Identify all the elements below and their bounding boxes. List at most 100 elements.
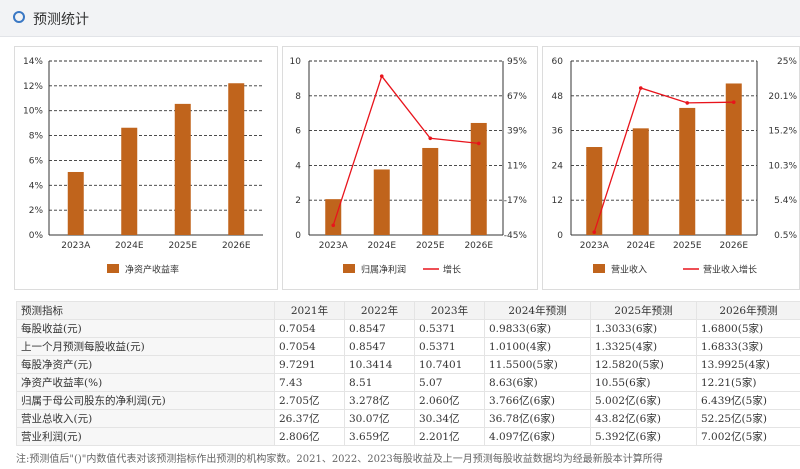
y-tick-label: 36 [552, 127, 564, 137]
legend-swatch [107, 264, 119, 273]
table-cell: 8.51 [344, 373, 415, 392]
y2-tick-label: 20.1% [768, 92, 797, 102]
y2-tick-label: -45% [504, 231, 528, 241]
growth-point [592, 230, 597, 234]
y-tick-label: 12% [23, 82, 43, 92]
table-cell: 10.55(6家) [590, 373, 697, 392]
legend-label: 归属净利润 [361, 264, 406, 276]
x-tick-label: 2024E [626, 241, 655, 251]
growth-point [428, 136, 433, 141]
table-cell: 1.3033(6家) [590, 319, 697, 338]
x-tick-label: 2025E [416, 241, 445, 251]
bar [586, 147, 603, 235]
y-tick-label: 6% [29, 156, 44, 166]
y-tick-label: 0 [557, 231, 563, 241]
table-cell: 13.9925(4家) [696, 355, 800, 374]
table-cell: 5.002亿(6家) [590, 391, 697, 410]
table-cell: 3.766亿(6家) [484, 391, 591, 410]
y2-tick-label: 5.4% [774, 196, 797, 206]
table-cell: 1.0100(4家) [484, 337, 591, 356]
bar [325, 199, 342, 235]
table-cell: 0.5371 [414, 319, 485, 338]
y-tick-label: 8% [29, 132, 44, 142]
y2-tick-label: 95% [507, 57, 527, 67]
table-cell: 0.9833(6家) [484, 319, 591, 338]
table-cell: 30.07亿 [344, 409, 415, 428]
x-tick-label: 2023A [319, 241, 349, 251]
bar [121, 127, 138, 235]
row-label: 净资产收益率(%) [16, 373, 275, 392]
circle-icon [13, 11, 25, 23]
y2-tick-label: 11% [507, 161, 527, 171]
table-row: 上一个月预测每股收益(元) 0.7054 0.8547 0.5371 1.010… [16, 337, 800, 356]
y-tick-label: 48 [552, 92, 564, 102]
revenue-chart: 0 12 24 36 48 60 0.5% 5.4% 10.3% 15.2% 20.1% 25% 202… [552, 57, 798, 276]
table-cell: 8.63(6家) [484, 373, 591, 392]
x-tick-label: 2024E [115, 241, 144, 251]
row-label: 归属于母公司股东的净利润(元) [16, 391, 275, 410]
net-profit-chart-panel: 0 2 4 6 8 10 -45% -17% 11% 39% 67% 95% 2023A 2024E 202… [282, 46, 538, 290]
forecast-table: 预测指标 2021年 2022年 2023年 2024年预测 2025年预测 2… [16, 301, 800, 446]
table-header-row: 预测指标 2021年 2022年 2023年 2024年预测 2025年预测 2… [16, 301, 800, 320]
table-cell: 5.392亿(6家) [590, 427, 697, 446]
growth-line [593, 87, 734, 233]
table-cell: 12.5820(5家) [590, 355, 697, 374]
revenue-chart-panel: 0 12 24 36 48 60 0.5% 5.4% 10.3% 15.2% 20.1% 25% 202… [542, 46, 800, 290]
y-tick-label: 0 [295, 231, 301, 241]
bar [373, 169, 390, 235]
row-label: 营业利润(元) [16, 427, 275, 446]
legend-label: 营业收入增长 [703, 264, 757, 276]
roe-chart-panel: 0% 2% 4% 6% 8% 10% 12% 14% 2023A 2024E 2025E 2026E 净… [14, 46, 278, 290]
footnote: 注:预测值后"()"内数值代表对该预测指标作出预测的机构家数。2021、2022… [16, 454, 663, 465]
table-cell: 5.07 [414, 373, 485, 392]
table-cell: 52.25亿(5家) [696, 409, 800, 428]
header-2024-forecast: 2024年预测 [484, 301, 591, 320]
table-cell: 4.097亿(6家) [484, 427, 591, 446]
y2-tick-label: -17% [504, 196, 528, 206]
table-cell: 2.201亿 [414, 427, 485, 446]
table-cell: 2.806亿 [274, 427, 345, 446]
y2-tick-label: 67% [507, 92, 527, 102]
y-tick-label: 2% [29, 206, 44, 216]
section-header: 预测统计 [0, 0, 800, 37]
table-cell: 1.3325(4家) [590, 337, 697, 356]
growth-point [731, 100, 736, 104]
table-cell: 11.5500(5家) [484, 355, 591, 374]
y2-tick-label: 25% [777, 57, 797, 67]
table-cell: 2.060亿 [414, 391, 485, 410]
table-cell: 3.278亿 [344, 391, 415, 410]
x-tick-label: 2026E [464, 241, 493, 251]
table-cell: 30.34亿 [414, 409, 485, 428]
growth-point [638, 86, 643, 90]
table-cell: 36.78亿(6家) [484, 409, 591, 428]
row-label: 上一个月预测每股收益(元) [16, 337, 275, 356]
header-2026-forecast: 2026年预测 [696, 301, 800, 320]
table-cell: 10.3414 [344, 355, 415, 374]
bar [422, 147, 439, 235]
y-tick-label: 24 [552, 161, 564, 171]
growth-line [332, 74, 479, 226]
table-cell: 6.439亿(5家) [696, 391, 800, 410]
x-tick-label: 2023A [580, 241, 610, 251]
growth-point [476, 141, 481, 146]
table-row: 每股收益(元) 0.7054 0.8547 0.5371 0.9833(6家) … [16, 319, 800, 338]
header-indicator: 预测指标 [16, 301, 275, 320]
y2-tick-label: 10.3% [768, 161, 797, 171]
x-tick-label: 2025E [168, 241, 197, 251]
y2-tick-label: 15.2% [768, 127, 797, 137]
growth-point [685, 101, 690, 105]
x-tick-label: 2025E [673, 241, 702, 251]
header-2022: 2022年 [344, 301, 415, 320]
y-tick-label: 6 [295, 127, 301, 137]
y-tick-label: 12 [552, 196, 563, 206]
growth-point [331, 223, 336, 228]
section-title: 预测统计 [33, 12, 89, 28]
x-tick-label: 2024E [367, 241, 396, 251]
row-label: 每股净资产(元) [16, 355, 275, 374]
bar [679, 107, 696, 235]
header-2021: 2021年 [274, 301, 345, 320]
legend-label: 增长 [443, 264, 461, 276]
table-cell: 3.659亿 [344, 427, 415, 446]
table-cell: 0.7054 [274, 319, 345, 338]
table-cell: 26.37亿 [274, 409, 345, 428]
